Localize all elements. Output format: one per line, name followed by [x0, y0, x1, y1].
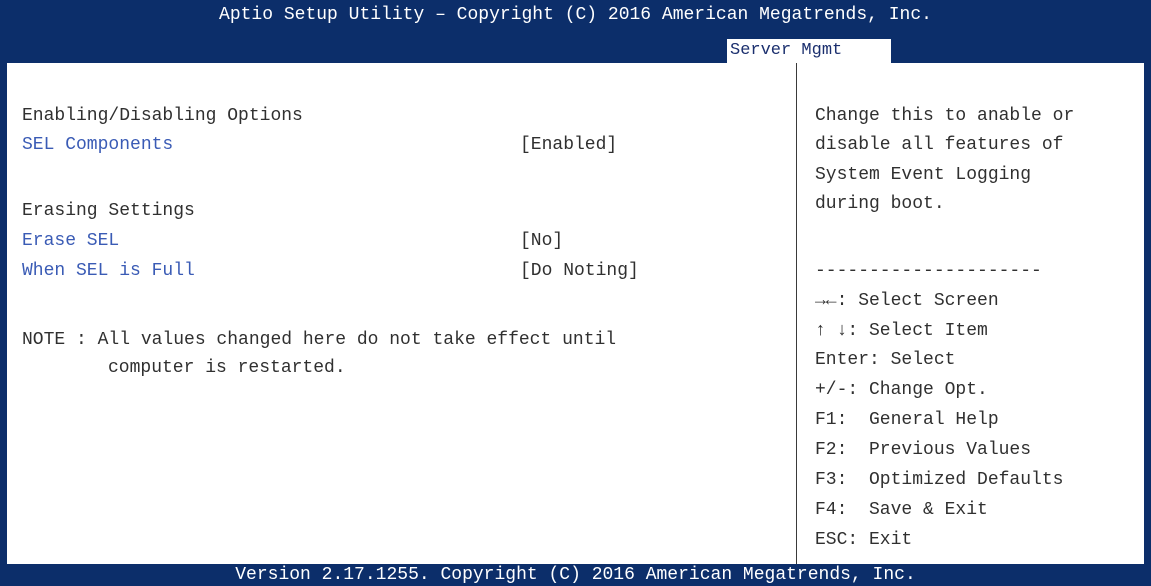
- note-line-1: NOTE : All values changed here do not ta…: [22, 330, 617, 350]
- panel-divider: [796, 63, 797, 564]
- key-hint-f3: F3: Optimized Defaults: [815, 470, 1064, 490]
- note-line-2: computer is restarted.: [108, 358, 346, 378]
- help-desc-line-2: disable all features of: [815, 135, 1064, 155]
- section-heading-enabling: Enabling/Disabling Options: [22, 106, 303, 126]
- tab-server-mgmt[interactable]: Server Mgmt: [727, 39, 891, 63]
- key-hint-change-opt: +/-: Change Opt.: [815, 380, 988, 400]
- left-border: [0, 63, 7, 564]
- key-hint-f4: F4: Save & Exit: [815, 500, 988, 520]
- section-heading-erasing: Erasing Settings: [22, 201, 195, 221]
- right-border: [1144, 63, 1151, 564]
- help-desc-line-4: during boot.: [815, 194, 945, 214]
- footer-version: Version 2.17.1255. Copyright (C) 2016 Am…: [0, 564, 1151, 586]
- key-hint-f1: F1: General Help: [815, 410, 999, 430]
- key-hint-select-item: ↑ ↓: Select Item: [815, 321, 988, 341]
- key-hint-esc: ESC: Exit: [815, 530, 913, 550]
- sel-components-value[interactable]: [Enabled]: [520, 133, 617, 157]
- erase-sel-value[interactable]: [No]: [520, 229, 563, 253]
- window-title: Aptio Setup Utility – Copyright (C) 2016…: [219, 5, 932, 25]
- when-sel-full-value[interactable]: [Do Noting]: [520, 259, 639, 283]
- when-sel-full-label[interactable]: When SEL is Full: [22, 259, 195, 283]
- bios-setup-screen: Aptio Setup Utility – Copyright (C) 2016…: [0, 0, 1151, 586]
- key-hint-f2: F2: Previous Values: [815, 440, 1032, 460]
- help-desc-line-1: Change this to anable or: [815, 106, 1075, 126]
- sel-components-label[interactable]: SEL Components: [22, 133, 173, 157]
- key-hint-enter: Enter: Select: [815, 350, 956, 370]
- title-bar: Aptio Setup Utility – Copyright (C) 2016…: [0, 0, 1151, 63]
- help-separator: ---------------------: [815, 261, 1042, 281]
- key-hint-select-screen: →←: Select Screen: [815, 291, 999, 311]
- erase-sel-label[interactable]: Erase SEL: [22, 229, 119, 253]
- help-desc-line-3: System Event Logging: [815, 165, 1032, 185]
